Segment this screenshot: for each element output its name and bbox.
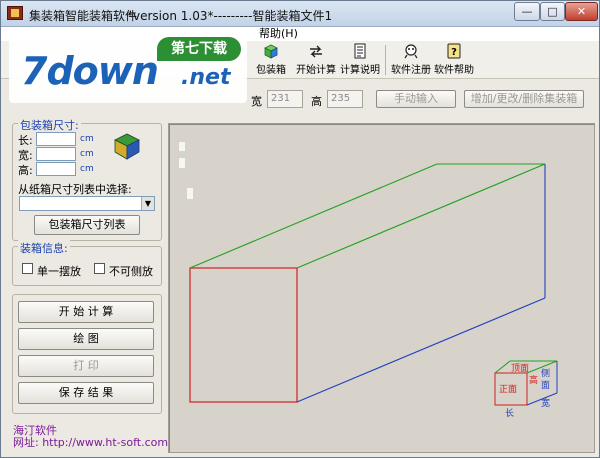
draw-button[interactable]: 绘 图 — [18, 328, 154, 350]
company-url[interactable]: 网址: http://www.ht-soft.com — [13, 434, 168, 450]
package-length-label: 长: — [18, 134, 33, 147]
watermark-badge: 第七下载 — [157, 37, 241, 61]
legend-side-label-2: 面 — [541, 380, 550, 391]
container-width-label: 宽 — [251, 95, 262, 108]
toolbar-separator — [385, 45, 386, 75]
legend-height-label: 高 — [529, 374, 538, 386]
toolbar-register-button[interactable]: 软件注册 — [390, 43, 432, 77]
toolbar-instructions-label: 计算说明 — [340, 65, 380, 76]
watermark-main-text: 7down — [21, 49, 159, 93]
watermark-suffix-text: .net — [181, 65, 231, 90]
chevron-down-icon[interactable]: ▼ — [141, 197, 154, 210]
container-height-field[interactable]: 235 — [327, 90, 363, 108]
package-height-label: 高: — [18, 164, 33, 177]
package-height-input[interactable] — [36, 162, 76, 176]
canvas-marker — [179, 142, 185, 151]
svg-text:?: ? — [451, 47, 457, 58]
package-size-title: 包装箱尺寸: — [18, 117, 81, 133]
menu-help[interactable]: 帮助(H) — [259, 27, 298, 41]
app-window: 集装箱智能装箱软件 *version 1.03*---------智能装箱文件1… — [0, 0, 600, 458]
help-icon: ? — [447, 43, 461, 59]
watermark-logo: 7down .net 第七下载 — [9, 31, 247, 103]
minimize-icon: — — [521, 5, 533, 18]
legend-front-label: 正面 — [499, 384, 517, 395]
packing-info-title: 装箱信息: — [18, 240, 70, 256]
package-width-label: 宽: — [18, 149, 33, 162]
orientation-legend: 顶面 正面 高 侧 面 长 宽 — [494, 360, 558, 419]
toolbar-register-label: 软件注册 — [391, 65, 431, 76]
container-height-label: 高 — [311, 95, 322, 108]
canvas-marker — [187, 188, 193, 199]
container-front-face — [189, 267, 298, 403]
drawing-canvas[interactable]: 顶面 正面 高 侧 面 长 宽 — [168, 123, 595, 453]
toolbar-help-label: 软件帮助 — [434, 65, 474, 76]
package-size-list-button[interactable]: 包装箱尺寸列表 — [34, 215, 140, 235]
package-length-input[interactable] — [36, 132, 76, 146]
package-height-unit: cm — [80, 164, 94, 174]
package-width-unit: cm — [80, 149, 94, 159]
package-size-select[interactable]: ▼ — [19, 196, 155, 211]
close-button[interactable]: ✕ — [565, 2, 598, 21]
maximize-icon: □ — [547, 5, 558, 18]
toolbar-help-button[interactable]: ? 软件帮助 — [433, 43, 475, 77]
no-side-placement-checkbox[interactable] — [94, 263, 105, 274]
legend-side-label-1: 侧 — [541, 367, 550, 379]
title-bar[interactable]: 集装箱智能装箱软件 *version 1.03*---------智能装箱文件1… — [1, 1, 599, 27]
save-results-button[interactable]: 保 存 结 果 — [18, 382, 154, 404]
legend-top-label: 顶面 — [511, 363, 529, 374]
single-placement-label: 单一摆放 — [37, 265, 81, 278]
container-top-edge — [189, 163, 438, 269]
app-icon — [7, 6, 23, 20]
toolbar-instructions-button[interactable]: 计算说明 — [339, 43, 381, 77]
close-icon: ✕ — [576, 5, 587, 18]
legend-top-edge — [494, 360, 511, 374]
box-icon — [264, 44, 278, 59]
no-side-placement-label: 不可侧放 — [109, 265, 153, 278]
toolbar-calculate-button[interactable]: 开始计算 — [294, 43, 338, 77]
container-width-field[interactable]: 231 — [267, 90, 303, 108]
container-drawing: 顶面 正面 高 侧 面 长 宽 — [179, 142, 558, 419]
manual-input-button[interactable]: 手动输入 — [376, 90, 456, 108]
package-select-prompt: 从纸箱尺寸列表中选择: — [18, 183, 132, 196]
calculate-icon — [310, 45, 322, 58]
legend-width-label: 宽 — [541, 397, 550, 409]
print-button[interactable]: 打 印 — [18, 355, 154, 377]
container-top-edge — [296, 163, 546, 269]
window-title: 集装箱智能装箱软件 — [29, 9, 138, 23]
package-length-unit: cm — [80, 134, 94, 144]
maximize-button[interactable]: □ — [540, 2, 565, 21]
package-width-input[interactable] — [36, 147, 76, 161]
minimize-button[interactable]: — — [514, 2, 540, 21]
toolbar-package-label: 包装箱 — [256, 65, 286, 76]
register-icon — [404, 44, 418, 59]
cube-icon — [114, 133, 140, 160]
document-icon — [354, 43, 366, 59]
manage-containers-button[interactable]: 增加/更改/删除集装箱 — [464, 90, 584, 108]
start-calculation-button[interactable]: 开 始 计 算 — [18, 301, 154, 323]
canvas-marker — [179, 158, 185, 168]
legend-length-label: 长 — [505, 407, 514, 419]
single-placement-checkbox[interactable] — [22, 263, 33, 274]
toolbar-package-button[interactable]: 包装箱 — [253, 43, 289, 77]
window-version-title: *version 1.03*---------智能装箱文件1 — [127, 9, 333, 23]
toolbar-calculate-label: 开始计算 — [296, 65, 336, 76]
